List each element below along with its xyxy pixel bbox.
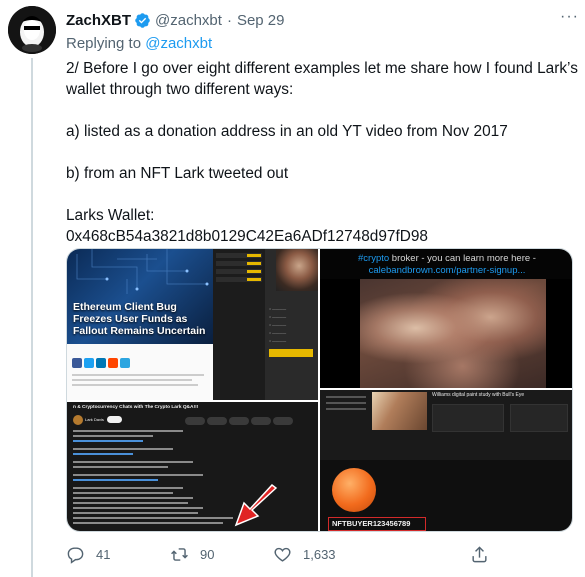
media-image-2[interactable]: n & Cryptocurrency Chats with The Crypto… bbox=[67, 402, 318, 531]
share-linkedin-icon bbox=[96, 358, 106, 368]
tweet-text-line: 2/ Before I go over eight different exam… bbox=[66, 60, 578, 77]
promo-text: broker - you can learn more here - bbox=[389, 253, 536, 264]
share-icon bbox=[472, 546, 487, 563]
share-facebook-icon bbox=[72, 358, 82, 368]
nft-artwork-thumbnail bbox=[372, 392, 427, 430]
reply-count: 41 bbox=[96, 547, 111, 562]
author-avatar[interactable] bbox=[8, 6, 56, 54]
author-handle[interactable]: @zachxbt bbox=[155, 12, 222, 29]
tweet-text-line: wallet through two different ways: bbox=[66, 81, 294, 98]
channel-name: Lark Davis bbox=[85, 417, 104, 422]
nft-listing-header: Williams digital paint study with Bull's… bbox=[320, 390, 572, 460]
circuit-pattern bbox=[76, 249, 209, 294]
tweet-actions: 41 90 1,633 bbox=[66, 545, 496, 567]
video-thumbnail-face bbox=[276, 249, 318, 291]
channel-avatar bbox=[73, 415, 83, 425]
share-button[interactable] bbox=[470, 545, 489, 564]
tweet-date[interactable]: Sep 29 bbox=[237, 12, 285, 29]
wallet-address: 0x468cB54a3821d8b0129C42Ea6ADf12748d97fD… bbox=[66, 228, 428, 245]
tweet-text-line: Larks Wallet: bbox=[66, 207, 155, 224]
media-image-3[interactable]: #crypto broker - you can learn more here… bbox=[320, 249, 572, 388]
promo-caption: #crypto broker - you can learn more here… bbox=[320, 253, 572, 277]
like-count: 1,633 bbox=[303, 547, 336, 562]
article-body bbox=[67, 344, 213, 400]
verified-badge-icon bbox=[135, 12, 150, 28]
painting-artwork bbox=[360, 279, 546, 388]
tweet-text-line: b) from an NFT Lark tweeted out bbox=[66, 165, 289, 182]
media-grid: Ethereum Client Bug Freezes User Funds a… bbox=[66, 248, 573, 532]
avatar-image bbox=[8, 6, 56, 54]
reply-icon bbox=[67, 547, 84, 564]
nft-profile-orb bbox=[332, 468, 376, 512]
retweet-count: 90 bbox=[200, 547, 215, 562]
nft-username: NFTBUYER123456789 bbox=[328, 517, 426, 531]
retweet-icon bbox=[171, 548, 188, 561]
author-name[interactable]: ZachXBT bbox=[66, 12, 131, 29]
like-button[interactable]: 1,633 bbox=[273, 545, 336, 564]
reply-prefix: Replying to bbox=[66, 35, 142, 52]
share-twitter-icon bbox=[84, 358, 94, 368]
article-headline: Ethereum Client Bug Freezes User Funds a… bbox=[73, 301, 206, 337]
poll-widget: ○ ———— ○ ———— ○ ———— ○ ———— ○ ———— bbox=[265, 249, 318, 400]
site-sidebar bbox=[213, 249, 265, 400]
video-title: n & Cryptocurrency Chats with The Crypto… bbox=[73, 405, 199, 410]
promo-hashtag: #crypto bbox=[358, 253, 390, 264]
separator-dot: · bbox=[226, 11, 232, 29]
nft-title: Williams digital paint study with Bull's… bbox=[432, 392, 525, 398]
promo-url: calebandbrown.com/partner-signup... bbox=[368, 265, 526, 276]
share-reddit-icon bbox=[108, 358, 118, 368]
tweet-text-line: a) listed as a donation address in an ol… bbox=[66, 123, 508, 140]
tweet-text: 2/ Before I go over eight different exam… bbox=[66, 58, 578, 247]
more-icon[interactable]: ··· bbox=[560, 8, 579, 26]
tweet-header: ZachXBT @zachxbt · Sep 29 bbox=[66, 10, 575, 30]
subscribe-pill bbox=[107, 416, 122, 423]
video-action-pills bbox=[185, 412, 295, 430]
media-image-4[interactable]: Williams digital paint study with Bull's… bbox=[320, 390, 572, 531]
replying-to: Replying to @zachxbt bbox=[66, 35, 212, 52]
thread-line bbox=[31, 58, 33, 577]
article-hero: Ethereum Client Bug Freezes User Funds a… bbox=[67, 249, 213, 344]
share-telegram-icon bbox=[120, 358, 130, 368]
like-icon bbox=[274, 547, 291, 562]
poll-vote-bar bbox=[269, 349, 313, 357]
retweet-button[interactable]: 90 bbox=[170, 545, 214, 564]
media-image-1[interactable]: Ethereum Client Bug Freezes User Funds a… bbox=[67, 249, 318, 400]
red-arrow-icon bbox=[234, 484, 278, 527]
reply-mention-link[interactable]: @zachxbt bbox=[145, 35, 212, 52]
reply-button[interactable]: 41 bbox=[66, 545, 110, 564]
